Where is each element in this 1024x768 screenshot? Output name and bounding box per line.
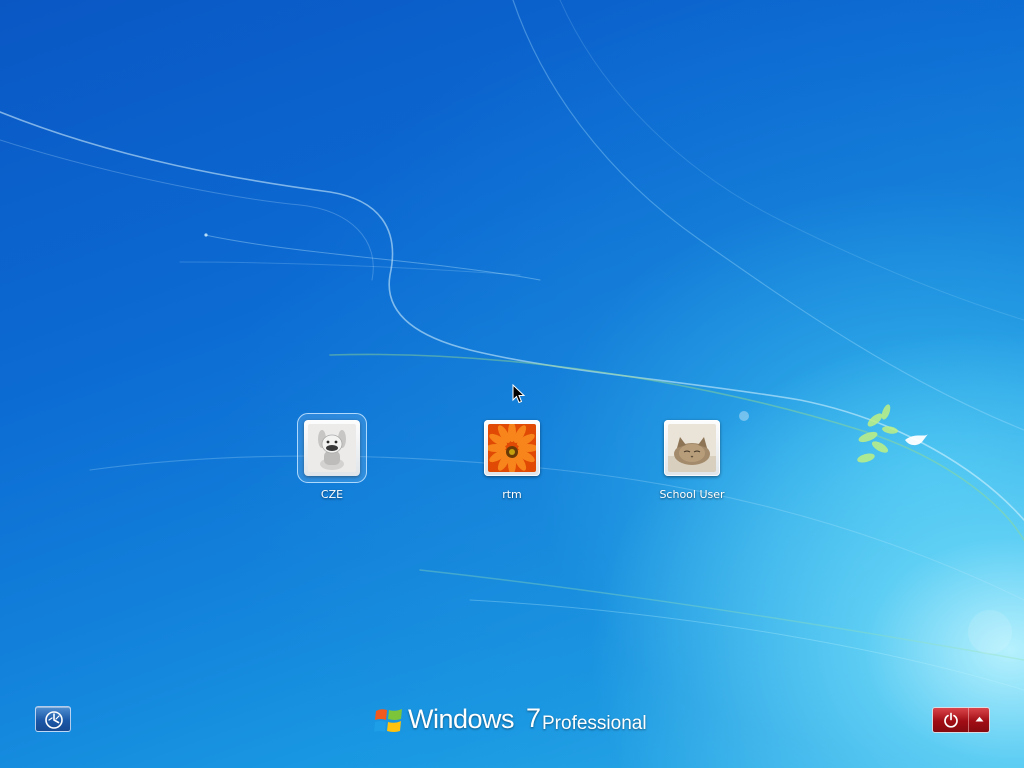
- user-tile-school-user[interactable]: School User: [632, 420, 752, 501]
- robot-dog-picture: [308, 424, 356, 472]
- power-icon: [944, 712, 958, 728]
- user-picture-frame: [664, 420, 720, 476]
- orange-flower-picture: [488, 424, 536, 472]
- chevron-up-icon: [975, 716, 984, 722]
- kitten-picture: [668, 424, 716, 472]
- user-picture-frame: [297, 413, 367, 483]
- shutdown-options-button[interactable]: [968, 708, 989, 732]
- product-version: 7: [526, 703, 542, 733]
- ease-of-access-button[interactable]: [35, 706, 71, 732]
- user-picture-frame: [484, 420, 540, 476]
- user-tile-cze[interactable]: CZE: [272, 413, 392, 501]
- user-name-label: School User: [659, 488, 725, 501]
- user-name-label: rtm: [502, 488, 522, 501]
- shutdown-control: [932, 707, 990, 733]
- shutdown-button[interactable]: [933, 708, 969, 732]
- product-name: Windows: [408, 704, 515, 734]
- windows-logo-icon: [374, 709, 402, 732]
- user-tile-rtm[interactable]: rtm: [452, 420, 572, 501]
- user-name-label: CZE: [320, 488, 344, 501]
- ease-of-access-icon: [45, 711, 63, 729]
- mouse-cursor-icon: [512, 384, 526, 404]
- product-edition: Professional: [542, 713, 647, 734]
